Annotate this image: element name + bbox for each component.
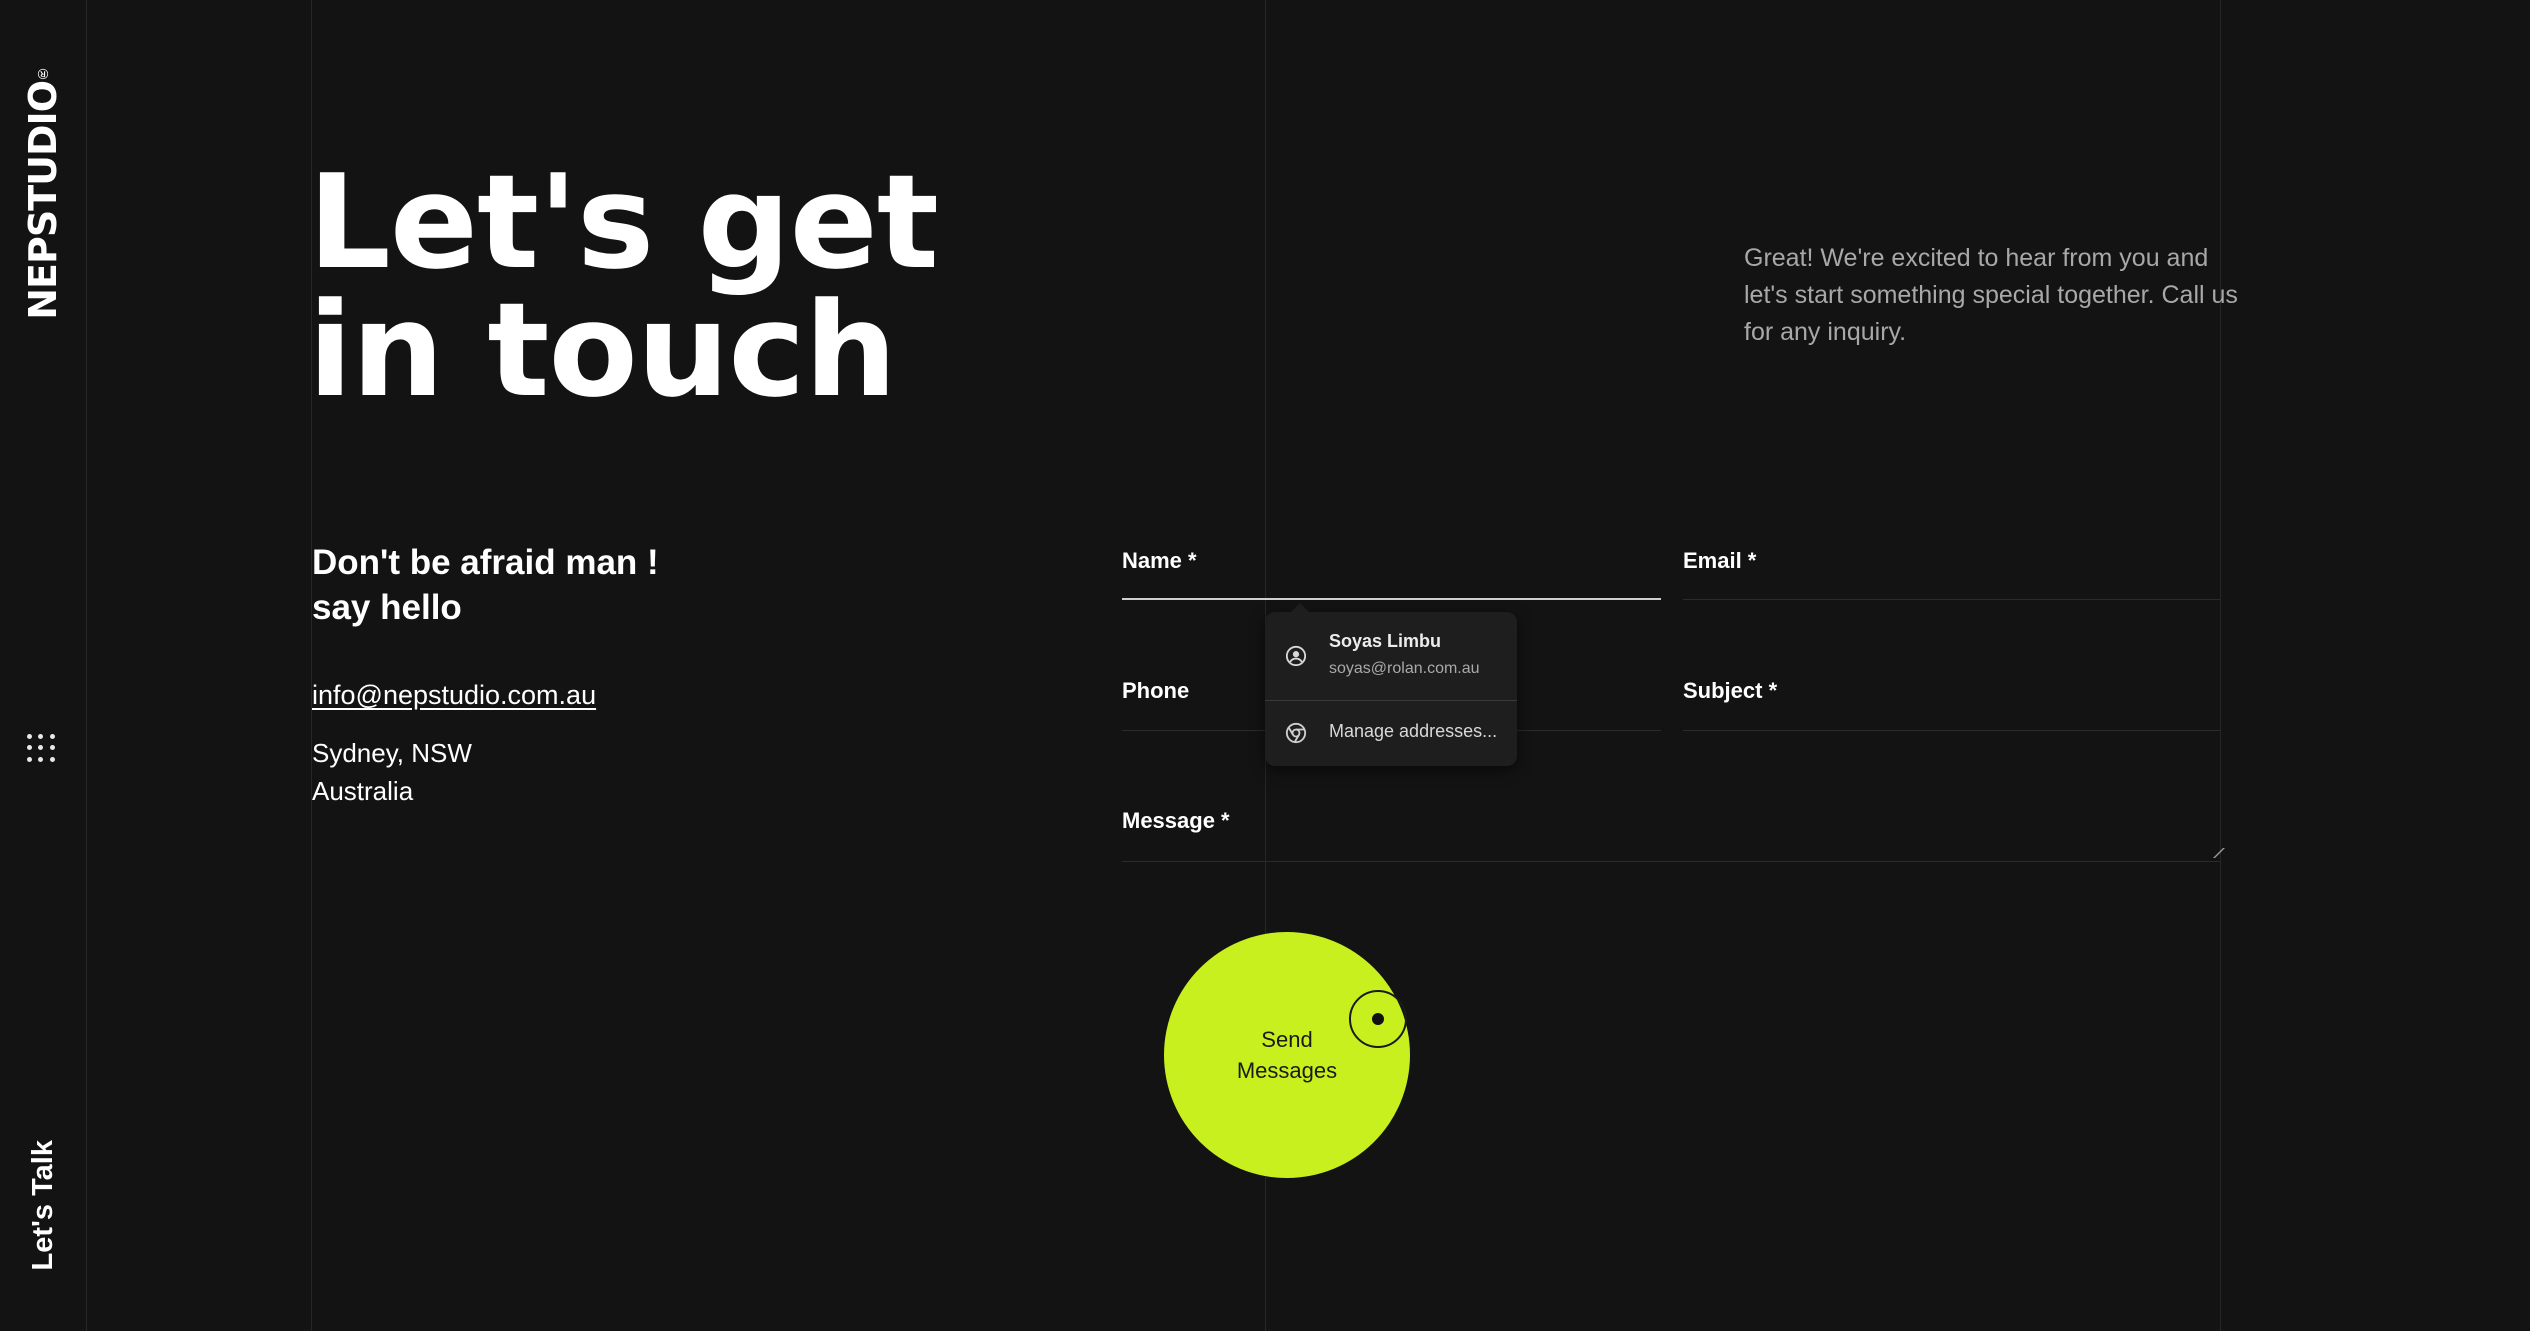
name-field[interactable]: Name * bbox=[1122, 548, 1661, 600]
address: Sydney, NSW Australia bbox=[312, 734, 472, 810]
autofill-suggestion[interactable]: Soyas Limbu soyas@rolan.com.au bbox=[1265, 612, 1517, 700]
autofill-email: soyas@rolan.com.au bbox=[1329, 660, 1480, 677]
email-link[interactable]: info@nepstudio.com.au bbox=[312, 680, 596, 711]
registered-mark: ® bbox=[35, 66, 51, 81]
manage-addresses-label: Manage addresses... bbox=[1329, 721, 1498, 741]
autofill-caret bbox=[1291, 603, 1309, 612]
email-field[interactable]: Email * bbox=[1683, 548, 2220, 600]
resize-handle[interactable] bbox=[2205, 848, 2225, 858]
page-title: Let's get in touch bbox=[308, 146, 939, 426]
subject-field[interactable]: Subject * bbox=[1683, 678, 2220, 731]
send-label-line: Messages bbox=[1236, 1058, 1338, 1083]
hello-heading-line: Don't be afraid man ! bbox=[312, 543, 659, 582]
contact-page: NEPSTUDIO® Let's Talk Let's get in touch… bbox=[0, 0, 2530, 1331]
dots-grid-icon[interactable] bbox=[24, 731, 58, 765]
address-line: Sydney, NSW bbox=[312, 738, 472, 768]
account-circle-icon bbox=[1285, 645, 1307, 667]
message-label: Message * bbox=[1122, 808, 1230, 833]
guide-line bbox=[86, 0, 87, 1331]
chrome-icon bbox=[1285, 722, 1307, 744]
cursor-dot bbox=[1372, 1013, 1384, 1025]
address-line: Australia bbox=[312, 776, 414, 806]
manage-addresses-item[interactable]: Manage addresses... bbox=[1265, 701, 1517, 766]
name-label: Name * bbox=[1122, 548, 1197, 573]
autofill-dropdown: Soyas Limbu soyas@rolan.com.au Manage ad… bbox=[1265, 603, 1517, 766]
send-label-line: Send bbox=[1261, 1027, 1313, 1052]
message-underline bbox=[1122, 861, 2220, 862]
subject-underline bbox=[1683, 730, 2220, 731]
message-field[interactable]: Message * bbox=[1122, 808, 2225, 862]
brand-logo[interactable]: NEPSTUDIO® bbox=[21, 66, 65, 320]
lets-talk-link[interactable]: Let's Talk bbox=[27, 1140, 60, 1270]
email-label: Email * bbox=[1683, 548, 1757, 573]
email-underline bbox=[1683, 599, 2220, 600]
hello-heading: Don't be afraid man ! say hello bbox=[312, 540, 659, 630]
subject-label: Subject * bbox=[1683, 678, 1778, 703]
phone-label: Phone bbox=[1122, 678, 1190, 703]
send-messages-button[interactable]: Send Messages bbox=[1164, 932, 1410, 1178]
brand-name: NEPSTUDIO bbox=[21, 81, 65, 320]
autofill-name: Soyas Limbu bbox=[1329, 631, 1442, 651]
guide-line bbox=[2220, 0, 2221, 1331]
intro-text: Great! We're excited to hear from you an… bbox=[1744, 244, 2238, 346]
name-underline bbox=[1122, 598, 1661, 600]
hello-heading-line: say hello bbox=[312, 588, 462, 627]
